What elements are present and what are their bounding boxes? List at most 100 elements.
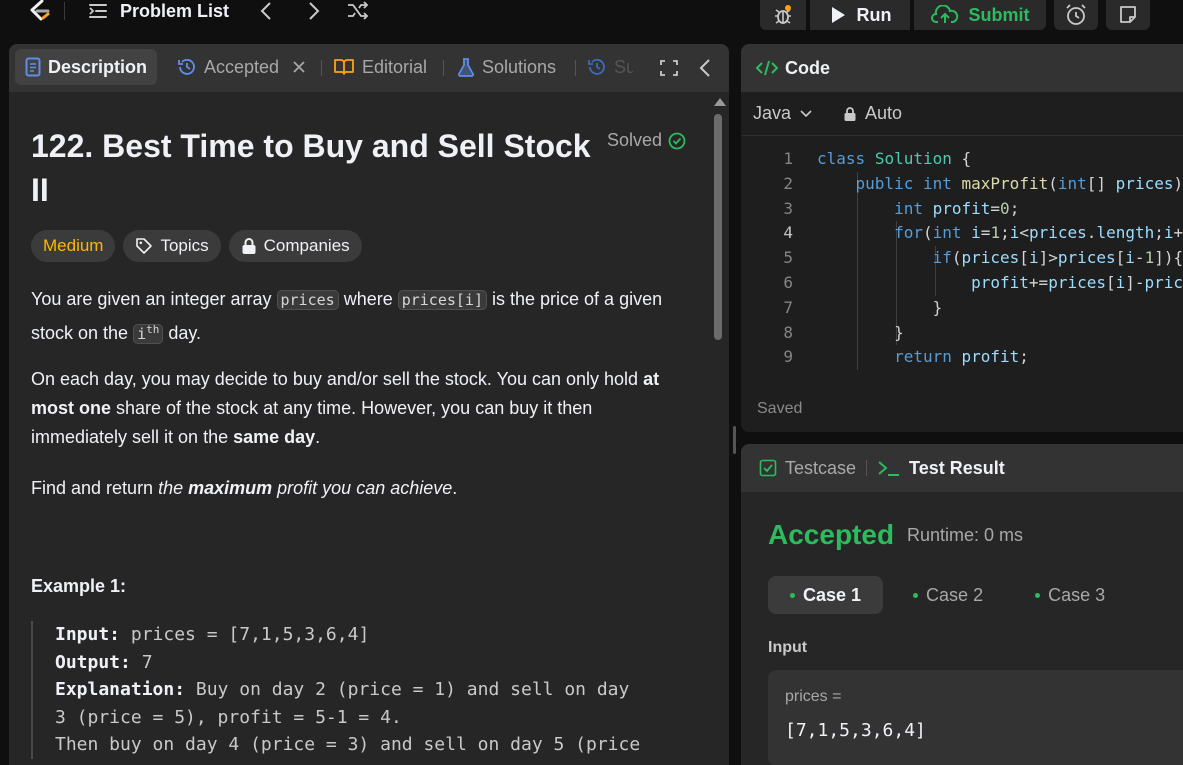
collapse-panel-icon[interactable] [699,58,711,78]
solved-status: Solved [607,130,686,151]
shuffle-icon[interactable] [346,0,370,22]
line-number: 1 [783,149,793,168]
book-icon [334,59,354,75]
example-explanation-text: Buy on day 2 (price = 1) and sell on day [185,679,630,700]
tab-accepted-label: Accepted [204,56,280,77]
case-tab-3[interactable]: Case 3 [1013,576,1127,614]
note-icon [1120,6,1136,23]
code-line-text: public int maxProfit(int[] prices) { [855,173,1183,193]
run-button[interactable]: Run [810,0,910,30]
test-result-panel: Testcase Test Result Accepted Runtime: 0… [741,444,1183,765]
description-paragraph-1: You are given an integer array prices wh… [31,285,691,349]
language-label: Java [753,103,792,123]
tab-accepted[interactable]: Accepted [177,49,306,85]
case-tab-1[interactable]: Case 1 [768,576,884,614]
tab-test-result-label: Test Result [909,457,1005,478]
terminal-icon [878,461,900,476]
code-line-text: profit+=prices[i]-prices[i-1]; [971,272,1183,292]
next-problem-button[interactable] [304,0,324,22]
timer-button[interactable] [1054,0,1098,30]
fullscreen-icon[interactable] [659,59,679,77]
language-select[interactable]: Java [753,103,813,124]
code-line: 9 return profit; [741,345,1183,370]
tab-submissions-label: Su [614,56,633,77]
chevron-right-icon [309,2,320,20]
case-tab-2[interactable]: Case 2 [891,576,1005,614]
submit-label: Submit [968,4,1030,25]
code-editor[interactable]: 1 class Solution { 2 public int maxProfit… [741,147,1183,371]
tag-icon [136,238,153,254]
lock-icon [242,238,256,254]
flask-icon [458,58,474,77]
case-label: Case 3 [1048,584,1106,605]
runtime-info: Runtime: 0 ms [907,525,1024,545]
description-paragraph-2: On each day, you may decide to buy and/o… [31,365,691,452]
code-line: 5 if(prices[i]>prices[i-1]){ [741,246,1183,271]
text: . [315,427,321,447]
line-number: 2 [783,173,793,193]
tab-solutions-label: Solutions [482,56,557,77]
tab-test-result[interactable]: Test Result [877,458,1005,479]
code-line-text: } [817,322,904,342]
line-number: 9 [783,347,793,367]
description-tab-bar: Description Accepted Editorial Solutions [9,44,729,92]
tab-separator [866,460,868,476]
verdict-status: Accepted [768,519,895,550]
check-circle-icon [668,132,686,149]
history-icon [178,59,195,75]
input-value-box: prices = [7,1,5,3,6,4] [768,670,1183,765]
code-line: 3 int profit=0; [741,197,1183,222]
tab-separator [321,60,322,76]
alarm-clock-icon [1066,4,1086,25]
code-icon [755,60,779,76]
input-variable-value: [7,1,5,3,6,4] [785,720,926,741]
cloud-upload-icon [930,5,958,23]
description-panel: Description Accepted Editorial Solutions [9,44,729,765]
tab-editorial-label: Editorial [362,56,428,77]
topics-label: Topics [160,236,209,255]
tab-separator [575,60,576,76]
auto-mode-toggle[interactable]: Auto [843,103,902,124]
scroll-up-arrow-icon[interactable] [714,98,726,106]
top-bar: Problem List Run Submit [0,0,1183,40]
code-line-text: int profit=0; [894,198,1020,218]
tab-description[interactable]: Description [15,49,158,85]
panel-resize-handle[interactable] [733,426,736,454]
code-line: 4 for(int i=1;i<prices.length;i++){ [741,221,1183,246]
problem-tags: Medium Topics Companies [31,230,362,262]
difficulty-badge: Medium [31,230,116,262]
topics-button[interactable]: Topics [123,230,221,262]
code-line: 8 } [741,321,1183,346]
text: day. [163,323,202,343]
superscript: th [146,323,160,336]
input-label: Input [768,639,808,656]
scrollbar-thumb[interactable] [714,114,722,340]
debug-button[interactable] [760,0,806,30]
logo-icon[interactable] [26,0,52,22]
checkbox-icon [759,459,777,477]
document-icon [25,57,41,77]
code-toolbar: Java Auto [741,92,1183,136]
code-line: 6 profit+=prices[i]-prices[i-1]; [741,271,1183,296]
prev-problem-button[interactable] [256,0,276,22]
description-scrollbar[interactable] [712,96,726,765]
solved-label: Solved [607,130,663,150]
play-icon [831,7,845,23]
passed-dot-icon [913,592,919,598]
companies-button[interactable]: Companies [228,230,362,262]
tab-solutions[interactable]: Solutions [457,49,556,85]
inline-code: prices[i] [397,290,487,310]
line-number: 4 [783,223,793,243]
close-icon[interactable] [292,60,306,74]
submit-button[interactable]: Submit [914,0,1046,30]
problem-list-label: Problem List [120,0,230,21]
notes-button[interactable] [1106,0,1150,30]
problem-list-button[interactable]: Problem List [88,0,229,22]
code-panel: Code Java Auto 1 class Solution { 2 publi… [741,44,1183,432]
chevron-left-icon [260,2,271,20]
tab-editorial[interactable]: Editorial [333,49,427,85]
tab-testcase[interactable]: Testcase [759,458,856,479]
example-output-value: 7 [130,651,153,673]
tab-submissions[interactable]: Su [587,49,633,85]
inline-code: ith [133,323,164,344]
